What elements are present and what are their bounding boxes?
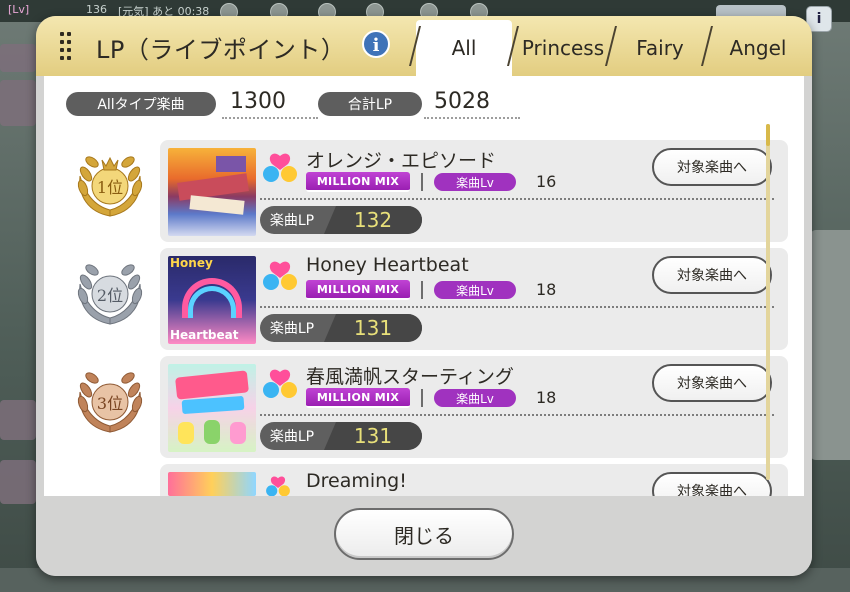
song-title: Honey Heartbeat — [306, 254, 469, 276]
song-lv-value: 18 — [536, 388, 557, 407]
rank-2-text: 2位 — [97, 286, 123, 305]
all-type-value: 1300 — [230, 89, 286, 114]
bg-side-item — [0, 44, 36, 72]
song-jacket-image[interactable] — [168, 364, 256, 452]
all-type-icon — [266, 476, 290, 496]
song-lv-label: 楽曲Lv — [434, 389, 516, 407]
tab-label: All — [451, 36, 477, 60]
song-lv-value: 18 — [536, 280, 557, 299]
rank-1-text: 1位 — [97, 178, 123, 197]
dialog-title: LP（ライブポイント） — [96, 36, 346, 64]
total-lp-label: 合計LP — [318, 92, 422, 116]
divider — [260, 198, 774, 200]
drag-handle-icon — [60, 30, 72, 62]
song-lp-label: 楽曲LP — [269, 429, 315, 445]
song-lp-value: 131 — [324, 314, 422, 342]
rank-2-medal-icon: 2位 — [77, 264, 143, 325]
info-icon[interactable]: i — [362, 30, 390, 58]
song-lp-value: 131 — [324, 422, 422, 450]
all-type-icon — [263, 153, 297, 182]
go-to-song-button[interactable]: 対象楽曲へ — [652, 148, 772, 186]
song-lp-pill: 楽曲LP 131 — [260, 422, 422, 450]
scrollbar-thumb[interactable] — [766, 124, 770, 146]
divider — [421, 281, 423, 299]
song-lp-label: 楽曲LP — [269, 213, 315, 229]
song-lp-pill: 楽曲LP 132 — [260, 206, 422, 234]
song-jacket-image[interactable] — [168, 148, 256, 236]
go-to-song-button[interactable]: 対象楽曲へ — [652, 472, 772, 496]
song-lp-label: 楽曲LP — [269, 321, 315, 337]
jacket-text: Honey — [170, 256, 213, 270]
player-level-value: 136 — [86, 3, 107, 16]
all-type-icon — [263, 261, 297, 290]
rank-3-medal-icon: 3位 — [77, 372, 143, 433]
bg-side-item — [0, 460, 36, 504]
million-mix-badge: MILLION MIX — [306, 280, 410, 300]
song-row: Dreaming! 対象楽曲へ — [160, 464, 788, 496]
all-type-icon — [263, 369, 297, 398]
tab-label: Princess — [521, 36, 605, 60]
bg-side-item — [0, 80, 36, 126]
divider — [424, 117, 520, 119]
tab-angel[interactable]: Angel — [712, 20, 804, 76]
tab-all[interactable]: All — [416, 20, 512, 76]
bg-side-panel — [810, 230, 850, 460]
player-level-label: [Lv] — [8, 3, 30, 16]
song-lp-value: 132 — [324, 206, 422, 234]
song-title: 春風満帆スターティング — [306, 366, 514, 388]
rank-1-medal-icon: 1位 — [77, 156, 143, 217]
rank-3-text: 3位 — [97, 394, 123, 413]
divider — [260, 306, 774, 308]
million-mix-badge: MILLION MIX — [306, 388, 410, 408]
million-mix-badge: MILLION MIX — [306, 172, 410, 192]
song-title: オレンジ・エピソード — [306, 150, 497, 172]
divider — [421, 389, 423, 407]
divider — [222, 117, 318, 119]
divider — [421, 173, 423, 191]
go-to-song-button[interactable]: 対象楽曲へ — [652, 364, 772, 402]
tab-label: Fairy — [636, 36, 684, 60]
song-lp-pill: 楽曲LP 131 — [260, 314, 422, 342]
song-lv-label: 楽曲Lv — [434, 281, 516, 299]
go-to-song-button[interactable]: 対象楽曲へ — [652, 256, 772, 294]
close-button[interactable]: 閉じる — [334, 508, 514, 560]
song-lv-value: 16 — [536, 172, 557, 191]
song-jacket-image[interactable] — [168, 472, 256, 496]
tab-princess[interactable]: Princess — [516, 20, 610, 76]
lp-dialog: LP（ライブポイント） i All Princess Fairy Angel A… — [36, 16, 812, 576]
song-lv-label: 楽曲Lv — [434, 173, 516, 191]
jacket-text: Heartbeat — [170, 328, 239, 342]
song-title: Dreaming! — [306, 470, 407, 492]
all-type-label: Allタイプ楽曲 — [66, 92, 216, 116]
song-row: Honey Heartbeat Honey Heartbeat MILLION … — [160, 248, 788, 350]
tab-fairy[interactable]: Fairy — [614, 20, 706, 76]
song-jacket-image[interactable]: Honey Heartbeat — [168, 256, 256, 344]
divider — [260, 414, 774, 416]
scrollbar-track[interactable] — [766, 124, 770, 480]
total-lp-value: 5028 — [434, 89, 490, 114]
song-row: オレンジ・エピソード MILLION MIX 楽曲Lv 16 楽曲LP 132 … — [160, 140, 788, 242]
song-row: 春風満帆スターティング MILLION MIX 楽曲Lv 18 楽曲LP 131… — [160, 356, 788, 458]
song-list-panel[interactable]: Allタイプ楽曲 1300 合計LP 5028 1位 オレンジ・エピソード MI… — [44, 76, 804, 496]
dialog-header: LP（ライブポイント） i All Princess Fairy Angel — [36, 16, 812, 76]
bg-side-item — [0, 400, 36, 440]
tab-label: Angel — [729, 36, 787, 60]
